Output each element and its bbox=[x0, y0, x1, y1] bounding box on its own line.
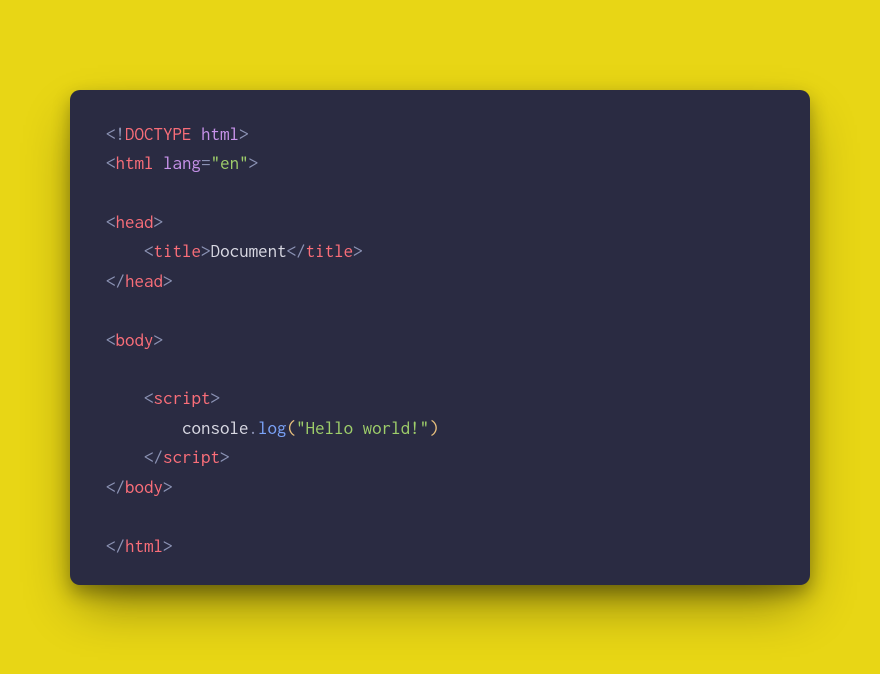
angle-open: < bbox=[144, 241, 154, 261]
indent bbox=[106, 447, 144, 467]
lang-value: "en" bbox=[211, 153, 249, 173]
title-tag: title bbox=[154, 241, 202, 261]
angle-open: </ bbox=[144, 447, 163, 467]
script-tag-close: script bbox=[163, 447, 220, 467]
dot: . bbox=[249, 418, 259, 438]
doctype-keyword: DOCTYPE bbox=[125, 124, 192, 144]
head-tag-close: head bbox=[125, 271, 163, 291]
indent bbox=[106, 388, 144, 408]
body-tag-close: body bbox=[125, 477, 163, 497]
angle-open: </ bbox=[106, 271, 125, 291]
head-tag: head bbox=[116, 212, 154, 232]
string-literal: "Hello world!" bbox=[296, 418, 429, 438]
angle-open: <! bbox=[106, 124, 125, 144]
console-ident: console bbox=[182, 418, 249, 438]
title-tag-close: title bbox=[306, 241, 354, 261]
angle-open: < bbox=[144, 388, 154, 408]
indent bbox=[106, 418, 182, 438]
angle-open: </ bbox=[287, 241, 306, 261]
angle-close: > bbox=[201, 241, 211, 261]
paren-open: ( bbox=[287, 418, 297, 438]
angle-open: < bbox=[106, 330, 116, 350]
script-tag: script bbox=[154, 388, 211, 408]
angle-open: </ bbox=[106, 536, 125, 556]
angle-close: > bbox=[163, 271, 173, 291]
html-tag: html bbox=[116, 153, 154, 173]
angle-close: > bbox=[220, 447, 230, 467]
angle-close: > bbox=[154, 212, 164, 232]
code-block: <!DOCTYPE html> <html lang="en"> <head> … bbox=[70, 90, 810, 585]
body-tag: body bbox=[116, 330, 154, 350]
html-tag-close: html bbox=[125, 536, 163, 556]
angle-open: </ bbox=[106, 477, 125, 497]
indent bbox=[106, 241, 144, 261]
paren-close: ) bbox=[429, 418, 439, 438]
angle-close: > bbox=[211, 388, 221, 408]
space bbox=[192, 124, 202, 144]
angle-open: < bbox=[106, 212, 116, 232]
angle-close: > bbox=[249, 153, 259, 173]
angle-close: > bbox=[154, 330, 164, 350]
angle-close: > bbox=[353, 241, 363, 261]
code-content: <!DOCTYPE html> <html lang="en"> <head> … bbox=[106, 120, 774, 562]
title-text: Document bbox=[211, 241, 287, 261]
angle-close: > bbox=[239, 124, 249, 144]
angle-open: < bbox=[106, 153, 116, 173]
html-keyword: html bbox=[201, 124, 239, 144]
angle-close: > bbox=[163, 536, 173, 556]
log-method: log bbox=[258, 418, 287, 438]
equals: = bbox=[201, 153, 211, 173]
angle-close: > bbox=[163, 477, 173, 497]
lang-attr: lang bbox=[163, 153, 201, 173]
